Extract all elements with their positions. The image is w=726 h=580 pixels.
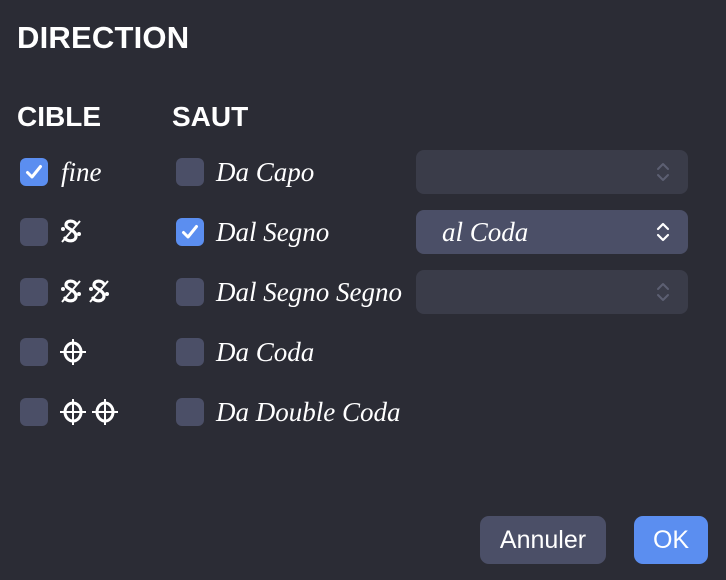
jump-da-double-coda-checkbox[interactable] (176, 398, 204, 426)
dal-segno-destination-select[interactable]: al Coda (416, 210, 688, 254)
jump-dal-segno-segno-checkbox[interactable] (176, 278, 204, 306)
target-row-fine: fine (20, 150, 102, 194)
segno-icon (58, 217, 84, 247)
target-double-segno-checkbox[interactable] (20, 278, 48, 306)
jump-row-dal-segno-segno: Dal Segno Segno (176, 270, 402, 314)
target-row-double-segno (20, 270, 114, 314)
jump-da-capo-checkbox[interactable] (176, 158, 204, 186)
da-capo-destination-select[interactable] (416, 150, 688, 194)
target-row-segno (20, 210, 84, 254)
jump-row-da-coda: Da Coda (176, 330, 314, 374)
updown-chevron-icon (656, 222, 670, 242)
updown-chevron-icon (657, 163, 669, 181)
target-fine-checkbox[interactable] (20, 158, 48, 186)
jump-row-da-capo: Da Capo (176, 150, 314, 194)
jump-row-da-double-coda: Da Double Coda (176, 390, 401, 434)
jump-dal-segno-checkbox[interactable] (176, 218, 204, 246)
updown-chevron-icon (657, 283, 669, 301)
ok-button[interactable]: OK (634, 516, 708, 564)
jump-da-coda-label: Da Coda (216, 336, 315, 367)
jump-dal-segno-label: Dal Segno (216, 216, 330, 247)
select-value: al Coda (442, 216, 529, 247)
target-row-coda (20, 330, 88, 374)
direction-dialog: DIRECTION CIBLE SAUT fine Da Capo Dal Se… (0, 0, 726, 580)
coda-icon (58, 337, 88, 367)
target-segno-checkbox[interactable] (20, 218, 48, 246)
jump-da-double-coda-label: Da Double Coda (216, 396, 401, 427)
jump-da-capo-label: Da Capo (216, 156, 315, 187)
double-coda-icon (58, 397, 120, 427)
checkmark-icon (26, 165, 42, 179)
target-row-double-coda (20, 390, 120, 434)
jump-row-dal-segno: Dal Segno (176, 210, 329, 254)
jump-da-coda-checkbox[interactable] (176, 338, 204, 366)
target-fine-label: fine (61, 156, 102, 187)
checkmark-icon (182, 225, 198, 239)
jump-dal-segno-segno-label: Dal Segno Segno (216, 276, 402, 307)
double-segno-icon (58, 277, 114, 307)
dialog-title: DIRECTION (17, 20, 190, 55)
dal-segno-segno-destination-select[interactable] (416, 270, 688, 314)
target-coda-checkbox[interactable] (20, 338, 48, 366)
jump-column-header: SAUT (172, 101, 249, 132)
target-double-coda-checkbox[interactable] (20, 398, 48, 426)
target-column-header: CIBLE (17, 101, 101, 132)
cancel-button[interactable]: Annuler (480, 516, 606, 564)
